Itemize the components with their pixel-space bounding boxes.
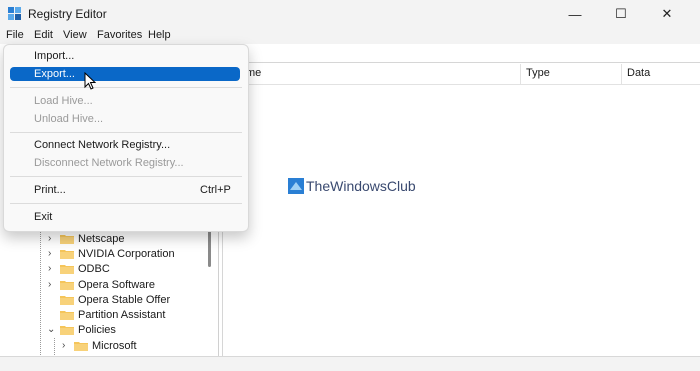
tree-item-opera-software[interactable]: › Opera Software: [0, 278, 200, 293]
column-type-header[interactable]: Type: [526, 67, 550, 79]
menu-view[interactable]: View: [63, 28, 87, 44]
tree-item-label: Opera Software: [78, 279, 156, 291]
menu-separator: [10, 176, 242, 177]
tree-item-netscape[interactable]: › Netscape: [0, 232, 200, 247]
values-pane[interactable]: [222, 62, 700, 358]
tree-item-label: Opera Stable Offer: [78, 294, 171, 306]
tree-item-label: Partition Assistant: [78, 309, 166, 321]
chevron-right-icon[interactable]: ›: [48, 249, 56, 259]
chevron-down-icon[interactable]: ⌄: [47, 325, 55, 335]
maximize-icon: ☐: [615, 6, 627, 21]
maximize-button[interactable]: ☐: [598, 0, 644, 28]
tree-item-policies[interactable]: ⌄ Policies: [0, 323, 200, 338]
mouse-cursor-icon: [84, 72, 96, 90]
folder-icon: [60, 311, 74, 320]
tree-item-label: Policies: [78, 324, 116, 336]
file-menu-dropdown: Import... Export... Load Hive... Unload …: [3, 44, 249, 232]
menu-separator: [10, 87, 242, 88]
watermark-text: TheWindowsClub: [306, 178, 416, 194]
menu-favorites[interactable]: Favorites: [97, 28, 142, 44]
menu-file[interactable]: File: [6, 28, 24, 44]
chevron-right-icon[interactable]: ›: [48, 264, 56, 274]
column-data-header[interactable]: Data: [627, 67, 650, 79]
menu-item-print[interactable]: Print...: [34, 184, 66, 196]
tree-item-nvidia[interactable]: › NVIDIA Corporation: [0, 247, 200, 262]
folder-icon: [60, 235, 74, 244]
chevron-right-icon[interactable]: ›: [48, 280, 56, 290]
column-separator[interactable]: [621, 64, 622, 84]
column-separator[interactable]: [520, 64, 521, 84]
print-shortcut: Ctrl+P: [200, 184, 231, 196]
folder-icon: [60, 265, 74, 274]
menu-item-load-hive[interactable]: Load Hive...: [34, 95, 93, 107]
tree-item-label: ODBC: [78, 263, 110, 275]
minimize-icon: —: [568, 6, 582, 22]
tree-item-microsoft[interactable]: › Microsoft: [0, 339, 200, 354]
menu-separator: [10, 203, 242, 204]
tree-item-opera-stable-offer[interactable]: Opera Stable Offer: [0, 293, 200, 308]
menu-item-connect-network-registry[interactable]: Connect Network Registry...: [34, 139, 170, 151]
status-bar: [0, 356, 700, 371]
folder-icon: [60, 296, 74, 305]
watermark-logo-icon: [288, 178, 304, 194]
close-button[interactable]: ✕: [644, 0, 690, 28]
menu-item-exit[interactable]: Exit: [34, 211, 52, 223]
folder-icon: [60, 250, 74, 259]
menu-item-unload-hive[interactable]: Unload Hive...: [34, 113, 103, 125]
registry-editor-icon: [8, 7, 21, 20]
tree-item-odbc[interactable]: › ODBC: [0, 262, 200, 277]
menu-help[interactable]: Help: [148, 28, 171, 44]
tree-item-label: NVIDIA Corporation: [78, 248, 175, 260]
chevron-right-icon[interactable]: ›: [48, 234, 56, 244]
menu-item-import[interactable]: Import...: [34, 50, 74, 62]
minimize-button[interactable]: —: [552, 0, 598, 28]
folder-icon: [60, 281, 74, 290]
folder-open-icon: [60, 326, 74, 335]
tree-item-label: Netscape: [78, 233, 125, 245]
chevron-right-icon[interactable]: ›: [62, 341, 70, 351]
close-icon: ✕: [661, 6, 673, 21]
folder-icon: [74, 342, 88, 351]
tree-item-partition-assistant[interactable]: Partition Assistant: [0, 308, 200, 323]
tree-item-label: Microsoft: [92, 340, 137, 352]
menu-edit[interactable]: Edit: [34, 28, 53, 44]
menu-item-disconnect-network-registry[interactable]: Disconnect Network Registry...: [34, 157, 184, 169]
window-title: Registry Editor: [28, 7, 107, 21]
menu-item-export[interactable]: Export...: [34, 68, 75, 80]
menu-separator: [10, 132, 242, 133]
